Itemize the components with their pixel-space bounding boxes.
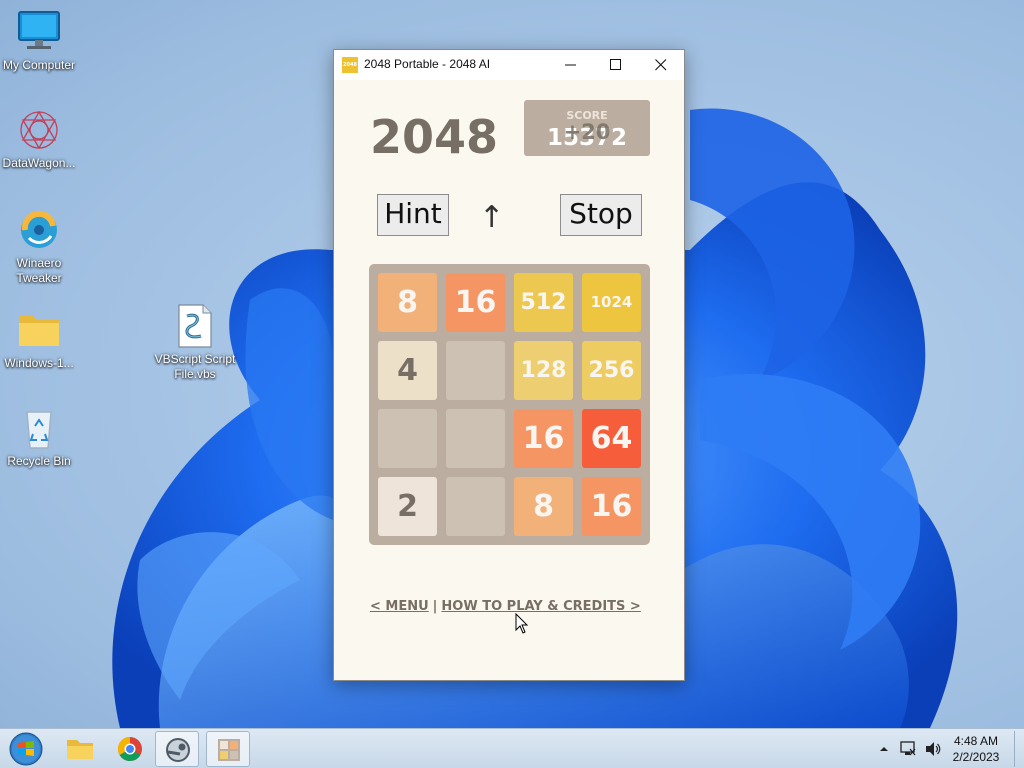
volume-icon[interactable] — [924, 740, 942, 758]
datawagon-icon — [15, 108, 63, 152]
empty-cell — [378, 409, 437, 468]
close-icon — [655, 59, 667, 71]
desktop-icon-recycle-bin[interactable]: Recycle Bin — [0, 406, 80, 469]
desktop-icon-label: My Computer — [2, 58, 76, 72]
tile-256: 256 — [582, 341, 641, 400]
window-titlebar[interactable]: 2048 2048 Portable - 2048 AI — [334, 50, 684, 80]
maximize-button[interactable] — [593, 50, 638, 80]
folder-icon — [15, 308, 63, 352]
empty-cell — [446, 341, 505, 400]
desktop-icon-label: DataWagon... — [2, 156, 76, 170]
tile-128: 128 — [514, 341, 573, 400]
app-window-2048: 2048 2048 Portable - 2048 AI 2048 SCORE … — [333, 49, 685, 681]
start-button[interactable] — [6, 731, 46, 767]
tile-16: 16 — [582, 477, 641, 536]
winaero-tweaker-icon — [15, 208, 63, 252]
close-button[interactable] — [638, 50, 683, 80]
link-separator: | — [432, 599, 438, 614]
taskbar-2048-app[interactable] — [206, 731, 250, 767]
chrome-icon — [117, 737, 142, 762]
tile-4: 4 — [378, 341, 437, 400]
maximize-icon — [610, 59, 621, 70]
taskbar-steam[interactable] — [155, 731, 199, 767]
tile-1024: 1024 — [582, 273, 641, 332]
hint-button[interactable]: Hint — [377, 194, 449, 236]
direction-arrow: ↑ — [479, 200, 505, 235]
stop-button[interactable]: Stop — [560, 194, 642, 236]
tile-8: 8 — [378, 273, 437, 332]
desktop-icon-winaero-tweaker[interactable]: Winaero Tweaker — [0, 208, 80, 286]
clock-date: 2/2/2023 — [952, 750, 1000, 764]
monitor-icon — [15, 10, 63, 54]
empty-cell — [446, 477, 505, 536]
clock-time: 4:48 AM — [953, 734, 999, 748]
tile-16: 16 — [514, 409, 573, 468]
desktop-icon-datawagon[interactable]: DataWagon... — [0, 108, 80, 171]
tile-64: 64 — [582, 409, 641, 468]
show-hidden-icons-icon[interactable] — [879, 744, 889, 754]
show-desktop-button[interactable] — [1014, 731, 1022, 767]
desktop-icon-label: VBScript Script File.vbs — [154, 352, 236, 381]
tile-2: 2 — [378, 477, 437, 536]
menu-link[interactable]: < MENU — [370, 599, 429, 614]
score-addition: +20 — [563, 120, 611, 144]
start-orb-icon — [9, 732, 43, 766]
taskbar: 4:48 AM 2/2/2023 — [0, 728, 1024, 768]
desktop-icon-windows-folder[interactable]: Windows-1... — [0, 308, 80, 371]
taskbar-chrome[interactable] — [108, 731, 152, 767]
tile-8: 8 — [514, 477, 573, 536]
desktop-icon-label: Winaero Tweaker — [16, 256, 62, 285]
recycle-bin-icon — [15, 406, 63, 450]
game-board: 8 16 512 1024 4 128 256 16 64 2 8 16 — [369, 264, 650, 545]
taskbar-file-explorer[interactable] — [58, 731, 102, 767]
taskbar-clock[interactable]: 4:48 AM 2/2/2023 — [948, 733, 1004, 765]
mouse-cursor-icon — [515, 613, 529, 634]
game-title: 2048 — [370, 110, 499, 164]
2048-app-icon — [218, 739, 240, 761]
2048-app-icon: 2048 — [342, 57, 358, 73]
tile-512: 512 — [514, 273, 573, 332]
desktop-icon-vbscript-file[interactable]: VBScript Script File.vbs — [154, 304, 236, 382]
vbscript-file-icon — [171, 304, 219, 348]
footer-links: < MENU | HOW TO PLAY & CREDITS > — [370, 599, 641, 614]
window-title: 2048 Portable - 2048 AI — [364, 57, 491, 71]
how-to-play-link[interactable]: HOW TO PLAY & CREDITS > — [441, 599, 640, 614]
network-icon[interactable] — [899, 740, 917, 758]
minimize-icon — [565, 64, 576, 66]
steam-icon — [166, 738, 190, 762]
desktop-icon-label: Recycle Bin — [7, 454, 71, 468]
tile-16: 16 — [446, 273, 505, 332]
desktop-icon-my-computer[interactable]: My Computer — [0, 10, 80, 73]
minimize-button[interactable] — [548, 50, 593, 80]
desktop-icon-label: Windows-1... — [4, 356, 74, 370]
empty-cell — [446, 409, 505, 468]
file-explorer-icon — [67, 740, 93, 759]
score-box: SCORE 15372 +20 — [524, 100, 650, 156]
